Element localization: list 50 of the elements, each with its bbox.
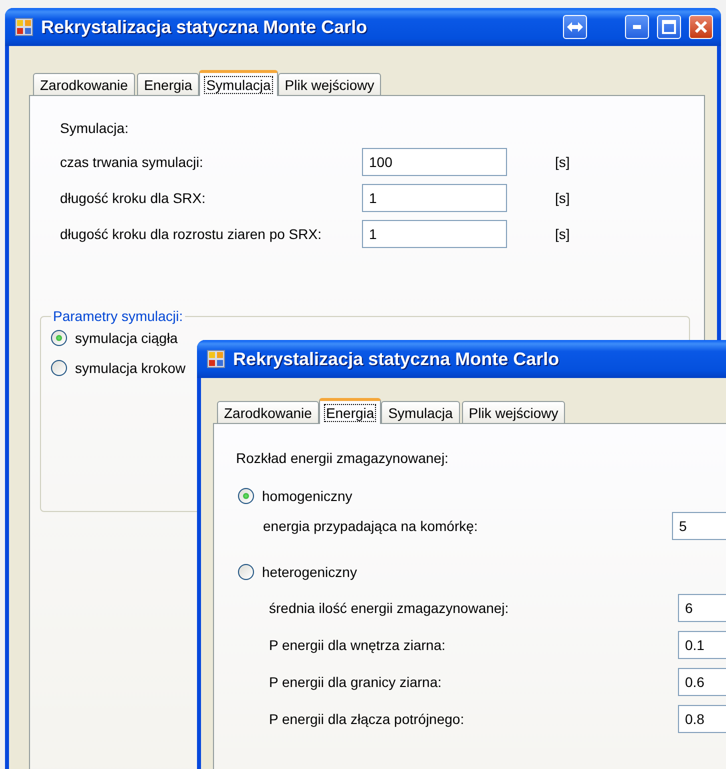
app-icon: [15, 18, 33, 36]
input-field[interactable]: 1: [362, 220, 507, 248]
input-field[interactable]: 0.1: [678, 631, 726, 659]
tab[interactable]: Symulacja: [381, 401, 460, 424]
unit-label: [s]: [555, 190, 571, 206]
app-icon: [207, 350, 225, 368]
field-label: P energii dla granicy ziarna:: [269, 674, 443, 690]
input-field[interactable]: 100: [362, 148, 507, 176]
group-title: Parametry symulacji:: [52, 308, 184, 324]
input-field[interactable]: 0.8: [678, 705, 726, 733]
radio-label: symulacja ciągła: [75, 330, 178, 346]
tab[interactable]: Energia: [318, 398, 382, 424]
input-field[interactable]: 5: [672, 512, 726, 540]
maximize-button[interactable]: [657, 15, 681, 39]
input-field[interactable]: 1: [362, 184, 507, 212]
radio-button[interactable]: [51, 330, 67, 346]
minimize-icon: [633, 25, 641, 29]
window-title: Rekrystalizacja statyczna Monte Carlo: [233, 348, 560, 370]
double-arrow-icon: [567, 22, 583, 32]
section-label: Symulacja:: [60, 120, 130, 136]
tab[interactable]: Energia: [136, 73, 200, 96]
input-field[interactable]: 0.6: [678, 668, 726, 696]
close-button[interactable]: [689, 15, 713, 39]
unit-label: [s]: [555, 226, 571, 242]
field-label: długość kroku dla rozrostu ziaren po SRX:: [60, 226, 322, 242]
field-label: P energii dla wnętrza ziarna:: [269, 637, 446, 653]
input-field[interactable]: 6: [678, 594, 726, 622]
maximize-icon: [662, 20, 676, 34]
field-label: czas trwania symulacji:: [60, 154, 204, 170]
field-label: długość kroku dla SRX:: [60, 190, 207, 206]
close-icon: [694, 20, 708, 34]
tab[interactable]: Zarodkowanie: [217, 401, 319, 424]
tab[interactable]: Plik wejściowy: [278, 73, 382, 96]
expand-button[interactable]: [563, 15, 587, 39]
radio-label: homogeniczny: [262, 488, 352, 504]
field-label: energia przypadająca na komórkę:: [263, 518, 479, 534]
tab[interactable]: Zarodkowanie: [33, 73, 135, 96]
field-label: P energii dla złącza potrójnego:: [269, 711, 466, 727]
tab[interactable]: Plik wejściowy: [462, 401, 566, 424]
radio-label: heterogeniczny: [262, 564, 357, 580]
radio-button[interactable]: [238, 564, 254, 580]
minimize-button[interactable]: [625, 15, 649, 39]
radio-button[interactable]: [51, 360, 67, 376]
window-title: Rekrystalizacja statyczna Monte Carlo: [41, 16, 368, 38]
unit-label: [s]: [555, 154, 571, 170]
radio-label: symulacja krokow: [75, 360, 186, 376]
section-label: Rozkład energii zmagazynowanej:: [236, 450, 450, 466]
tab[interactable]: Symulacja: [199, 70, 278, 96]
radio-button[interactable]: [238, 488, 254, 504]
field-label: średnia ilość energii zmagazynowanej:: [269, 600, 510, 616]
